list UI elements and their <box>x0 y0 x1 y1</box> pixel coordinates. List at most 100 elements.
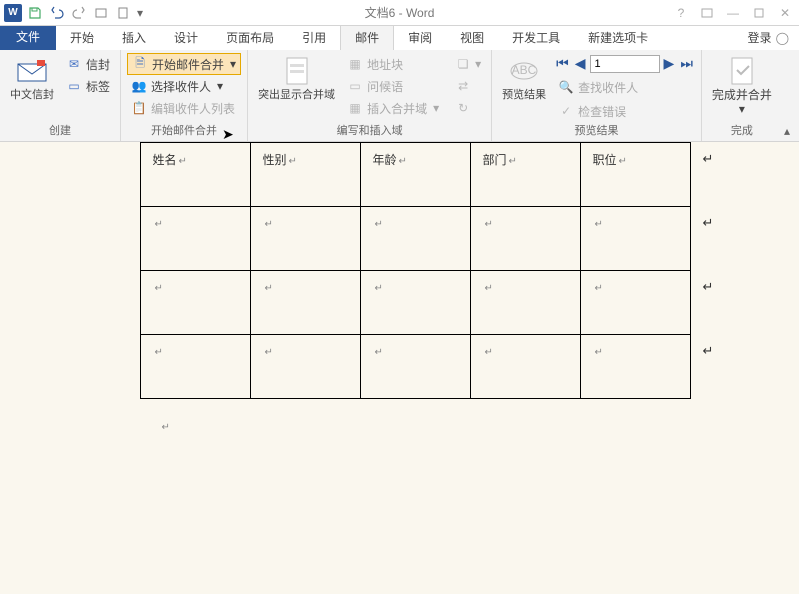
match-icon: ⇄ <box>455 78 471 94</box>
qat-dropdown-icon[interactable]: ▾ <box>134 2 146 24</box>
rules-button: ❏▾ <box>451 53 485 75</box>
help-icon[interactable]: ? <box>669 3 693 23</box>
table-cell[interactable]: ↵ <box>360 335 470 399</box>
table-cell[interactable]: 性别↵ <box>250 143 360 207</box>
collapse-ribbon-icon[interactable]: ▴ <box>779 123 795 139</box>
tab-design[interactable]: 设计 <box>160 25 212 50</box>
paragraph-mark-icon: ↵ <box>265 219 273 230</box>
envelope-small-icon: ✉ <box>66 56 82 72</box>
group-preview: ABC 预览结果 ⏮ ◀ ▶ ⏭ 🔍查找收件人 ✓检查错误 预览结果 <box>492 50 702 141</box>
tab-insert[interactable]: 插入 <box>108 25 160 50</box>
table-cell[interactable]: 姓名↵ <box>140 143 250 207</box>
table-cell[interactable]: ↵ <box>250 335 360 399</box>
title-bar: W ▾ 文档6 - Word ? — ✕ <box>0 0 799 26</box>
last-record-icon[interactable]: ⏭ <box>678 53 695 74</box>
record-number-input[interactable] <box>590 55 660 73</box>
login-link[interactable]: 登录◯ <box>738 25 799 50</box>
row-end-mark: ↵ <box>690 271 726 335</box>
paragraph-mark-icon: ↵ <box>375 283 383 294</box>
table-cell[interactable]: ↵ <box>470 271 580 335</box>
table-cell[interactable]: 部门↵ <box>470 143 580 207</box>
group-finish: 完成并合并▾ 完成 <box>702 50 782 141</box>
finish-merge-button: 完成并合并▾ <box>708 53 776 122</box>
record-navigation: ⏮ ◀ ▶ ⏭ <box>554 53 695 74</box>
qat-btn-1[interactable] <box>90 2 112 24</box>
select-recipients-button[interactable]: 👥选择收件人▾ <box>127 75 241 97</box>
field-icon: ▦ <box>347 100 363 116</box>
table-cell[interactable]: 年龄↵ <box>360 143 470 207</box>
undo-icon[interactable] <box>46 2 68 24</box>
table-cell[interactable]: 职位↵ <box>580 143 690 207</box>
group-start-merge: 🗎开始邮件合并▾ 👥选择收件人▾ 📋编辑收件人列表 开始邮件合并 <box>121 50 248 141</box>
greeting-icon: ▭ <box>347 78 363 94</box>
table-cell[interactable]: ↵ <box>580 271 690 335</box>
group-preview-label: 预览结果 <box>498 122 695 141</box>
table-cell[interactable]: ↵ <box>360 271 470 335</box>
tab-review[interactable]: 审阅 <box>394 25 446 50</box>
table-cell[interactable]: ↵ <box>470 335 580 399</box>
window-controls: ? — ✕ <box>669 3 797 23</box>
finish-icon <box>726 55 758 87</box>
tab-custom[interactable]: 新建选项卡 <box>574 25 662 50</box>
minimize-icon[interactable]: — <box>721 3 745 23</box>
tab-file[interactable]: 文件 <box>0 23 56 50</box>
paragraph-mark-icon: ↵ <box>509 156 517 167</box>
group-write-insert: 突出显示合并域 ▦地址块 ▭问候语 ▦插入合并域▾ ❏▾ ⇄ ↻ 编写和插入域 <box>248 50 492 141</box>
highlight-merge-fields-button: 突出显示合并域 <box>254 53 339 122</box>
tab-layout[interactable]: 页面布局 <box>212 25 288 50</box>
document-table[interactable]: 姓名↵ 性别↵ 年龄↵ 部门↵ 职位↵ ↵ ↵ ↵ ↵ ↵ ↵ ↵ ↵ ↵ ↵ … <box>140 142 727 399</box>
chevron-down-icon: ▾ <box>739 102 745 116</box>
tab-view[interactable]: 视图 <box>446 25 498 50</box>
labels-button[interactable]: ▭标签 <box>62 75 114 97</box>
prev-record-icon[interactable]: ◀ <box>573 53 588 74</box>
close-icon[interactable]: ✕ <box>773 3 797 23</box>
check-errors-button: ✓检查错误 <box>554 100 695 122</box>
document-icon: 🗎 <box>132 56 148 72</box>
svg-text:ABC: ABC <box>512 63 537 77</box>
table-cell[interactable]: ↵ <box>360 207 470 271</box>
chinese-envelope-button[interactable]: 中文信封 <box>6 53 58 122</box>
next-record-icon[interactable]: ▶ <box>662 53 677 74</box>
row-end-mark: ↵ <box>690 143 726 207</box>
save-icon[interactable] <box>24 2 46 24</box>
search-icon: 🔍 <box>558 79 574 95</box>
table-cell[interactable]: ↵ <box>580 207 690 271</box>
table-cell[interactable]: ↵ <box>140 207 250 271</box>
table-row[interactable]: ↵ ↵ ↵ ↵ ↵ ↵ <box>140 207 726 271</box>
tab-developer[interactable]: 开发工具 <box>498 25 574 50</box>
ribbon: 中文信封 ✉信封 ▭标签 创建 🗎开始邮件合并▾ 👥选择收件人▾ 📋编辑收件人列… <box>0 50 799 142</box>
group-finish-label: 完成 <box>708 122 776 141</box>
table-cell[interactable]: ↵ <box>250 207 360 271</box>
tab-home[interactable]: 开始 <box>56 25 108 50</box>
paragraph-mark-icon: ↵ <box>265 347 273 358</box>
table-cell[interactable]: ↵ <box>470 207 580 271</box>
maximize-icon[interactable] <box>747 3 771 23</box>
word-app-icon[interactable]: W <box>2 2 24 24</box>
paragraph-mark-icon: ↵ <box>595 219 603 230</box>
table-cell[interactable]: ↵ <box>140 271 250 335</box>
chevron-down-icon: ▾ <box>475 57 481 71</box>
start-mail-merge-button[interactable]: 🗎开始邮件合并▾ <box>127 53 241 75</box>
table-cell[interactable]: ↵ <box>580 335 690 399</box>
preview-results-button: ABC 预览结果 <box>498 53 550 122</box>
ribbon-display-icon[interactable] <box>695 3 719 23</box>
tab-references[interactable]: 引用 <box>288 25 340 50</box>
first-record-icon[interactable]: ⏮ <box>554 53 571 74</box>
paragraph-mark-icon: ↵ <box>485 347 493 358</box>
tab-mailings[interactable]: 邮件 <box>340 24 394 50</box>
table-cell[interactable]: ↵ <box>250 271 360 335</box>
paragraph-mark-icon: ↵ <box>265 283 273 294</box>
table-row[interactable]: ↵ ↵ ↵ ↵ ↵ ↵ <box>140 335 726 399</box>
redo-icon[interactable] <box>68 2 90 24</box>
check-icon: ✓ <box>558 103 574 119</box>
qat-btn-2[interactable] <box>112 2 134 24</box>
table-cell[interactable]: ↵ <box>140 335 250 399</box>
paragraph-mark-icon: ↵ <box>155 347 163 358</box>
table-row[interactable]: 姓名↵ 性别↵ 年龄↵ 部门↵ 职位↵ ↵ <box>140 143 726 207</box>
envelope-button[interactable]: ✉信封 <box>62 53 114 75</box>
paragraph-mark-icon: ↵ <box>619 156 627 167</box>
document-area[interactable]: 姓名↵ 性别↵ 年龄↵ 部门↵ 职位↵ ↵ ↵ ↵ ↵ ↵ ↵ ↵ ↵ ↵ ↵ … <box>0 142 799 594</box>
edit-recipient-list-button: 📋编辑收件人列表 <box>127 97 241 119</box>
table-row[interactable]: ↵ ↵ ↵ ↵ ↵ ↵ <box>140 271 726 335</box>
chevron-down-icon: ▾ <box>433 101 439 115</box>
